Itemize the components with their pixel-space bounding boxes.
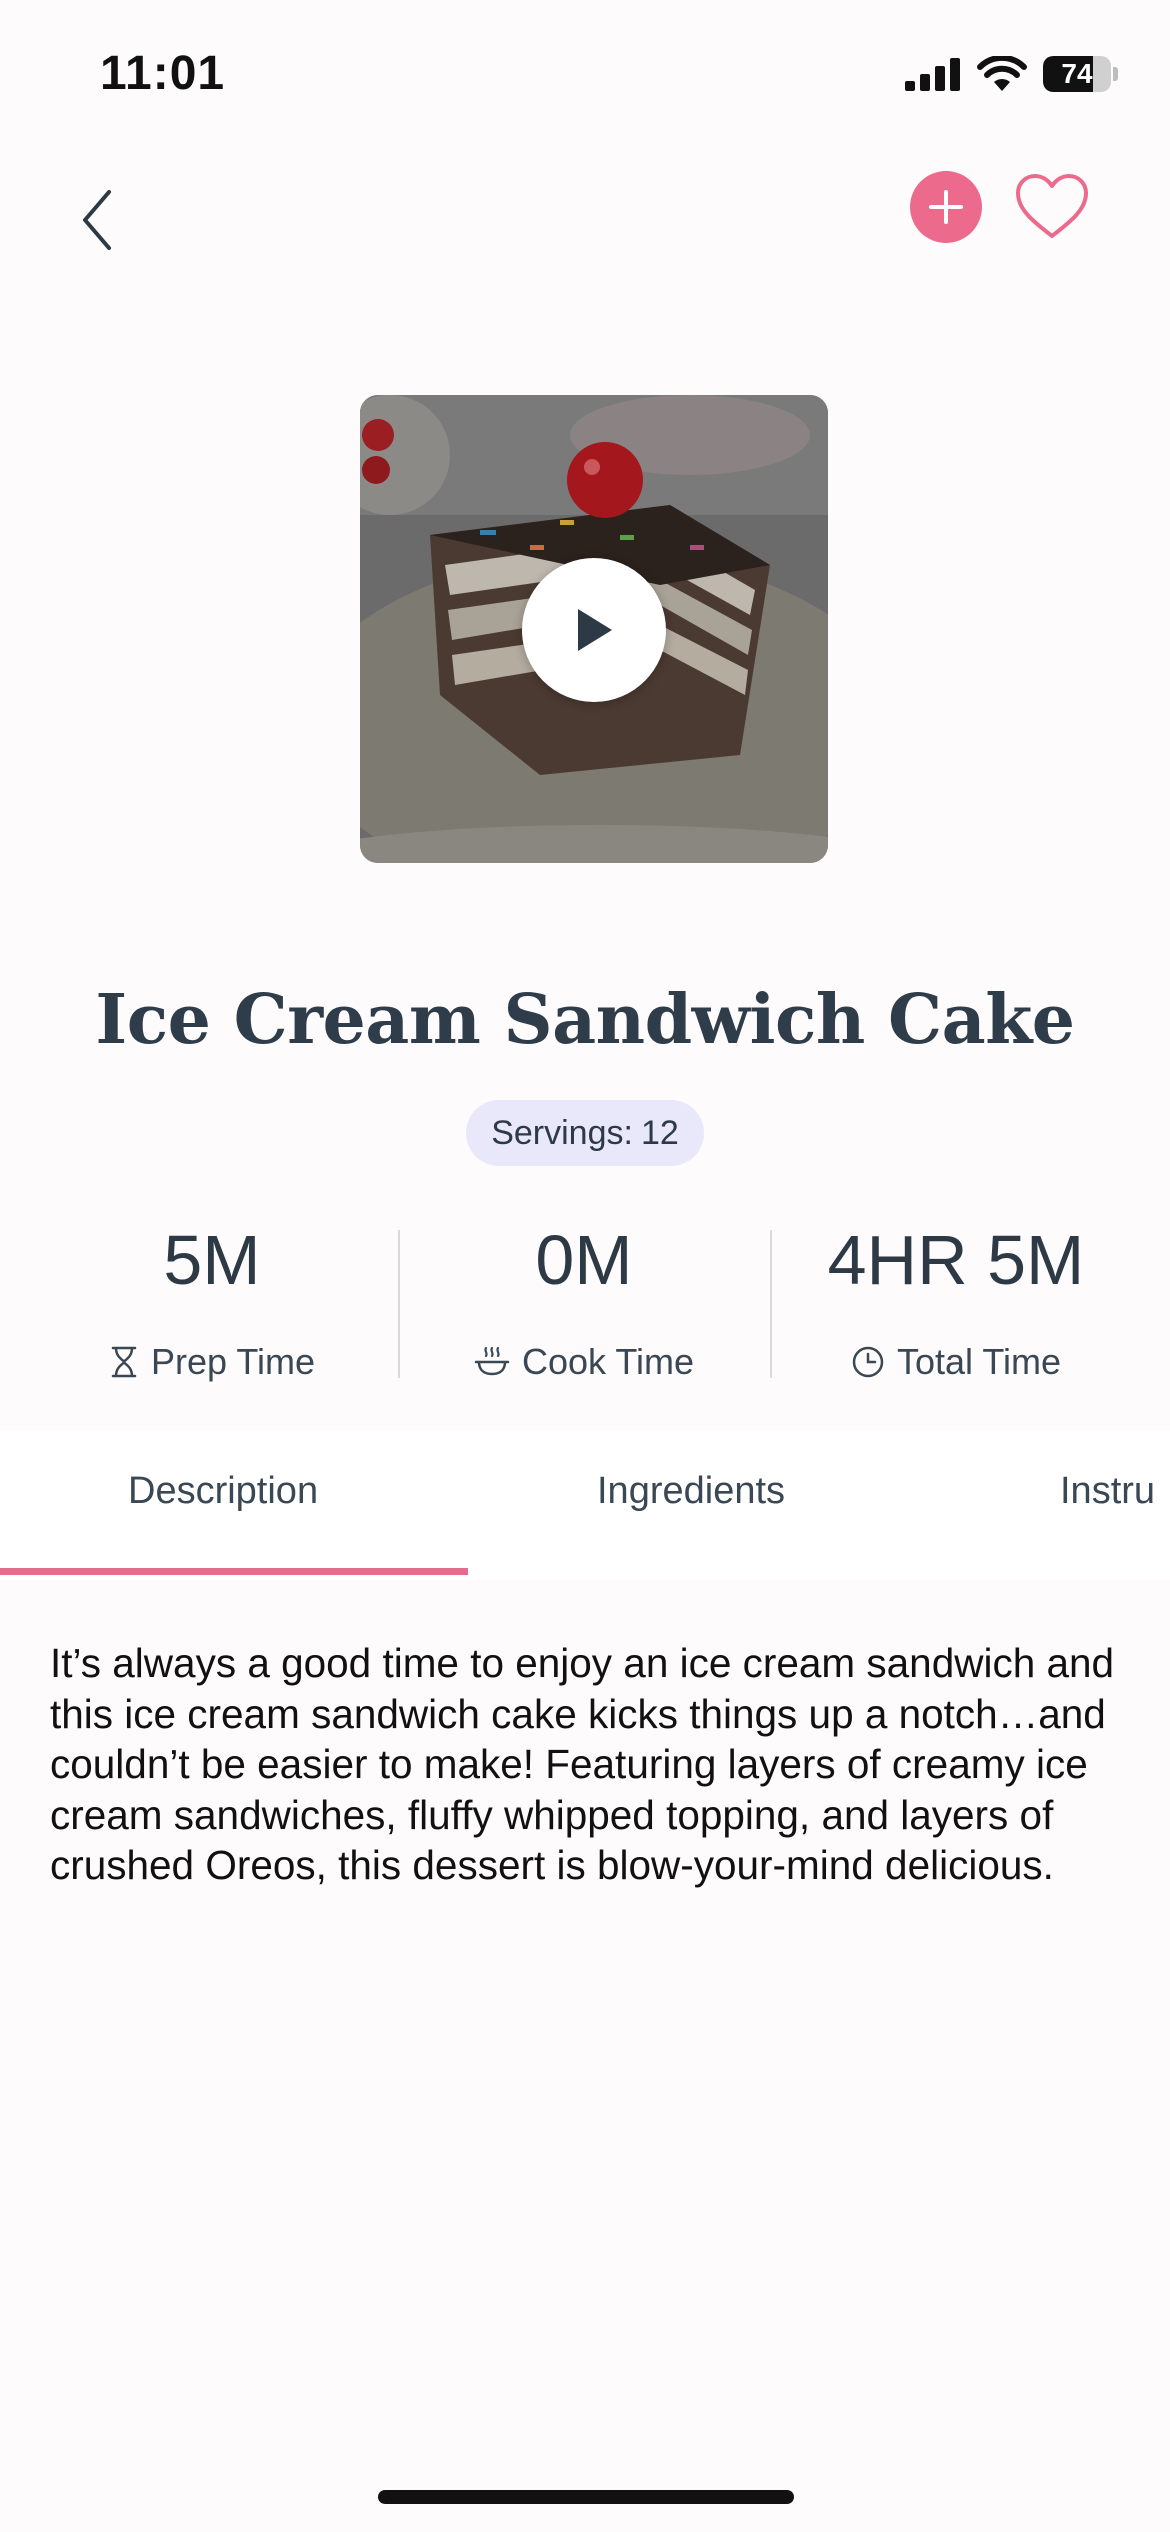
active-tab-indicator [0, 1568, 468, 1575]
wifi-icon [977, 56, 1027, 91]
stat-prep-time: 5M Prep Time [26, 1225, 398, 1383]
heart-outline-icon [1016, 174, 1088, 238]
hourglass-icon [111, 1346, 137, 1378]
status-icons: 74 [905, 52, 1118, 96]
tab-ingredients[interactable]: Ingredients [597, 1470, 785, 1513]
battery-icon: 74 [1043, 56, 1111, 92]
battery-cap [1113, 67, 1118, 81]
play-icon [578, 609, 612, 651]
favorite-button[interactable] [1012, 166, 1092, 246]
stat-value: 4HR 5M [827, 1221, 1085, 1299]
stat-label: Prep Time [150, 1341, 316, 1382]
pot-icon [474, 1346, 510, 1376]
back-chevron-icon [83, 190, 111, 250]
clock-icon [852, 1346, 884, 1378]
battery-level: 74 [1061, 58, 1093, 89]
recipe-video-thumbnail[interactable] [360, 395, 828, 863]
recipe-description: It’s always a good time to enjoy an ice … [50, 1640, 1115, 1888]
plus-icon [929, 190, 963, 224]
back-button[interactable] [62, 180, 132, 260]
stat-value: 5M [163, 1221, 261, 1299]
tab-description[interactable]: Description [128, 1470, 318, 1513]
stat-label: Cook Time [521, 1341, 695, 1382]
status-time: 11:01 [100, 47, 226, 100]
stat-cook-time: 0M Cook Time [398, 1225, 770, 1383]
stat-total-time: 4HR 5M Total Time [770, 1225, 1142, 1383]
add-button[interactable] [910, 171, 982, 243]
servings-label: Servings: [491, 1113, 633, 1152]
servings-badge: Servings: 12 [466, 1100, 704, 1166]
stat-label: Total Time [896, 1341, 1062, 1382]
signal-icon [905, 58, 960, 91]
tab-instructions[interactable]: Instru [1060, 1470, 1155, 1513]
stat-value: 0M [535, 1221, 633, 1299]
tab-bar: Description Ingredients Instru [0, 1430, 1170, 1580]
recipe-detail-screen: 11:01 74 Ice Cream Sandwich Cake Serving… [0, 0, 1170, 2532]
recipe-title: Ice Cream Sandwich Cake [95, 980, 1075, 1060]
home-indicator[interactable] [378, 2490, 794, 2504]
servings-value: 12 [640, 1113, 679, 1152]
play-button[interactable] [522, 558, 666, 702]
